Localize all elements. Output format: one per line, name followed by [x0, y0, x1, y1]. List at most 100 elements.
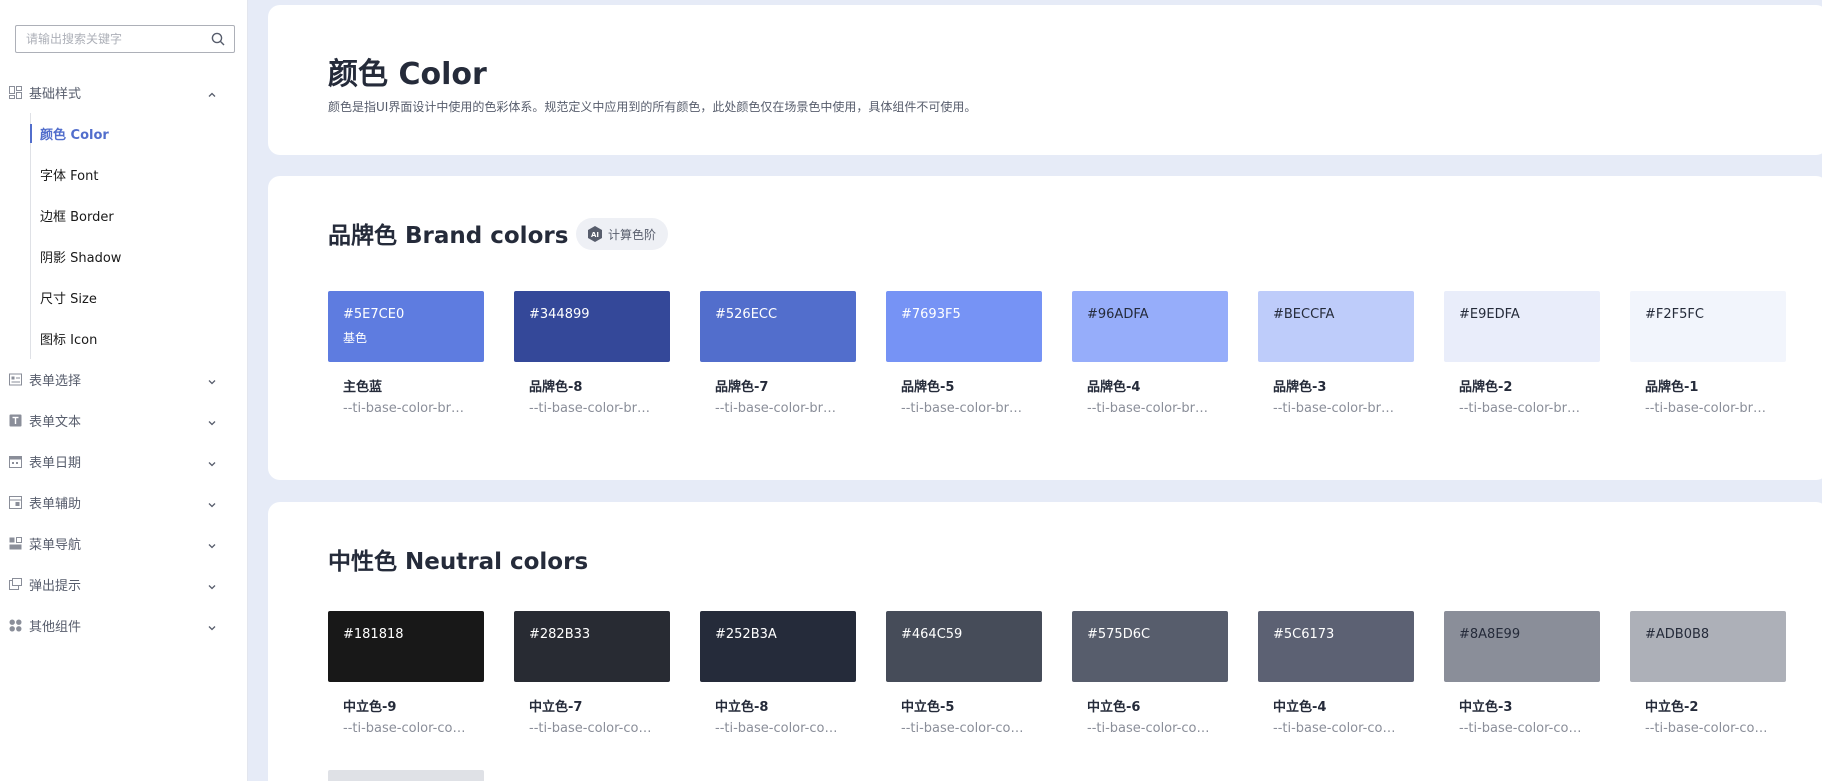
color-base-tag: 基色: [343, 331, 368, 345]
color-variable: --ti-base-color-common-9: [343, 721, 468, 736]
ai-icon: AI: [588, 226, 602, 242]
color-chip[interactable]: #96ADFA: [1072, 291, 1228, 362]
color-variable: --ti-base-color-brand-5: [901, 401, 1026, 416]
chevron-up-icon: [206, 86, 218, 98]
nav-group-other[interactable]: 其他组件: [0, 605, 248, 646]
nav-item-color[interactable]: 颜色 Color: [30, 113, 248, 154]
section-title-brand: 品牌色 Brand colors: [328, 223, 569, 249]
color-hex: #181818: [343, 627, 404, 642]
header-card: 颜色 Color 颜色是指UI界面设计中使用的色彩体系。规范定义中应用到的所有颜…: [268, 5, 1822, 155]
components-icon: [8, 619, 22, 633]
color-name: 中立色-6: [1087, 700, 1141, 715]
chevron-down-icon: [206, 373, 218, 385]
color-swatch[interactable]: #526ECC 品牌色-7 --ti-base-color-brand-7: [700, 291, 856, 416]
color-chip[interactable]: #7693F5: [886, 291, 1042, 362]
color-hex: #BECCFA: [1273, 307, 1335, 322]
color-name: 品牌色-5: [901, 380, 955, 395]
color-hex: #575D6C: [1087, 627, 1151, 642]
search-icon[interactable]: [210, 31, 226, 47]
page-description: 颜色是指UI界面设计中使用的色彩体系。规范定义中应用到的所有颜色，此处颜色仅在场…: [328, 100, 977, 114]
color-variable: --ti-base-color-brand-1: [1645, 401, 1770, 416]
color-variable: --ti-base-color-common-4: [1273, 721, 1398, 736]
color-swatch[interactable]: #ADB0B8 中立色-2 --ti-base-color-common-2: [1630, 611, 1786, 736]
page-title: 颜色 Color: [328, 57, 487, 92]
color-swatch[interactable]: #96ADFA 品牌色-4 --ti-base-color-brand-4: [1072, 291, 1228, 416]
nav-group-form-text[interactable]: 表单文本: [0, 400, 248, 441]
color-chip[interactable]: #ADB0B8: [1630, 611, 1786, 682]
color-variable: --ti-base-color-common-3: [1459, 721, 1584, 736]
neutral-swatch-list: #181818 中立色-9 --ti-base-color-common-9 #282…: [328, 611, 1786, 736]
layout-icon: [8, 86, 22, 100]
color-swatch[interactable]: #5C6173 中立色-4 --ti-base-color-common-4: [1258, 611, 1414, 736]
chevron-down-icon: [206, 578, 218, 590]
color-chip[interactable]: [328, 770, 484, 781]
color-name: 中立色-5: [901, 700, 955, 715]
color-chip[interactable]: #252B3A: [700, 611, 856, 682]
nav-group-form-date[interactable]: 表单日期: [0, 441, 248, 482]
nav-group-popup[interactable]: 弹出提示: [0, 564, 248, 605]
color-swatch[interactable]: #344899 品牌色-8 --ti-base-color-brand-8: [514, 291, 670, 416]
nav-item-size[interactable]: 尺寸 Size: [31, 277, 248, 318]
color-name: 品牌色-8: [529, 380, 583, 395]
color-variable: --ti-base-color-common-2: [1645, 721, 1770, 736]
calendar-icon: [8, 455, 22, 469]
color-swatch[interactable]: #282B33 中立色-7 --ti-base-color-common-7: [514, 611, 670, 736]
color-hex: #8A8E99: [1459, 627, 1521, 642]
color-swatch[interactable]: #181818 中立色-9 --ti-base-color-common-9: [328, 611, 484, 736]
color-chip[interactable]: #181818: [328, 611, 484, 682]
color-name: 中立色-9: [343, 700, 397, 715]
color-swatch[interactable]: #252B3A 中立色-8 --ti-base-color-common-8: [700, 611, 856, 736]
color-swatch[interactable]: #E9EDFA 品牌色-2 --ti-base-color-brand-2: [1444, 291, 1600, 416]
nav-group-form-assist[interactable]: 表单辅助: [0, 482, 248, 523]
color-name: 中立色-7: [529, 700, 583, 715]
nav-item-icon[interactable]: 图标 Icon: [31, 318, 248, 359]
side-nav: 基础样式 颜色 Color 字体 Font 边框 Border 阴影 Shado…: [0, 72, 248, 646]
color-hex: #ADB0B8: [1645, 627, 1710, 642]
color-variable: --ti-base-color-brand-3: [1273, 401, 1398, 416]
color-chip[interactable]: #282B33: [514, 611, 670, 682]
color-swatch[interactable]: #5E7CE0 基色主色蓝 --ti-base-color-brand-6: [328, 291, 484, 416]
color-chip[interactable]: #344899: [514, 291, 670, 362]
color-chip[interactable]: #8A8E99: [1444, 611, 1600, 682]
color-swatch[interactable]: #8A8E99 中立色-3 --ti-base-color-common-3: [1444, 611, 1600, 736]
color-variable: --ti-base-color-brand-8: [529, 401, 654, 416]
nav-item-border[interactable]: 边框 Border: [31, 195, 248, 236]
color-chip[interactable]: #5C6173: [1258, 611, 1414, 682]
color-name: 品牌色-2: [1459, 380, 1513, 395]
color-name: 品牌色-4: [1087, 380, 1141, 395]
color-swatch[interactable]: #F2F5FC 品牌色-1 --ti-base-color-brand-1: [1630, 291, 1786, 416]
nav-item-shadow[interactable]: 阴影 Shadow: [31, 236, 248, 277]
brand-swatch-list: #5E7CE0 基色主色蓝 --ti-base-color-brand-6 #3448…: [328, 291, 1786, 416]
color-name: 中立色-4: [1273, 700, 1327, 715]
color-chip[interactable]: #5E7CE0 基色: [328, 291, 484, 362]
search-box[interactable]: [15, 25, 235, 53]
text-icon: [8, 414, 22, 428]
color-hex: #7693F5: [901, 307, 961, 322]
menu-icon: [8, 537, 22, 551]
color-chip[interactable]: #E9EDFA: [1444, 291, 1600, 362]
color-chip[interactable]: #464C59: [886, 611, 1042, 682]
color-chip[interactable]: #575D6C: [1072, 611, 1228, 682]
color-chip[interactable]: #F2F5FC: [1630, 291, 1786, 362]
color-swatch[interactable]: #7693F5 品牌色-5 --ti-base-color-brand-5: [886, 291, 1042, 416]
color-hex: #526ECC: [715, 307, 778, 322]
nav-item-font[interactable]: 字体 Font: [31, 154, 248, 195]
color-chip[interactable]: #526ECC: [700, 291, 856, 362]
search-input[interactable]: [26, 32, 210, 46]
color-hex: #344899: [529, 307, 590, 322]
nav-subitems: 颜色 Color 字体 Font 边框 Border 阴影 Shadow 尺寸 …: [30, 113, 248, 359]
color-hex: #F2F5FC: [1645, 307, 1704, 322]
nav-group-form-select[interactable]: 表单选择: [0, 359, 248, 400]
color-hex: #464C59: [901, 627, 963, 642]
chevron-down-icon: [206, 537, 218, 549]
color-swatch[interactable]: #464C59 中立色-5 --ti-base-color-common-5: [886, 611, 1042, 736]
nav-group-menu-nav[interactable]: 菜单导航: [0, 523, 248, 564]
color-hex: #96ADFA: [1087, 307, 1149, 322]
color-swatch[interactable]: #575D6C 中立色-6 --ti-base-color-common-6: [1072, 611, 1228, 736]
nav-group-basic-styles[interactable]: 基础样式: [0, 72, 248, 113]
color-swatch[interactable]: #BECCFA 品牌色-3 --ti-base-color-brand-3: [1258, 291, 1414, 416]
color-variable: --ti-base-color-common-6: [1087, 721, 1212, 736]
popup-icon: [8, 578, 22, 592]
color-chip[interactable]: #BECCFA: [1258, 291, 1414, 362]
compute-palette-button[interactable]: AI 计算色阶: [576, 218, 669, 250]
